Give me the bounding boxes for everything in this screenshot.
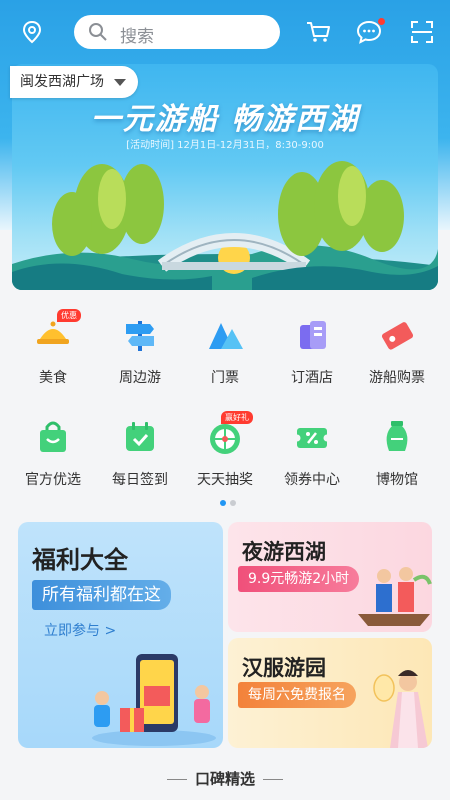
page-dot	[230, 500, 236, 506]
promo-title: 汉服游园	[242, 656, 326, 680]
grid-item-nearby-tour[interactable]: 周边游	[95, 315, 185, 387]
grid-item-label: 游船购票	[369, 370, 425, 386]
search-icon	[89, 23, 107, 41]
grid-item-label: 博物馆	[376, 472, 418, 488]
prize-badge: 赢好礼	[221, 411, 253, 424]
grid-item-label: 每日签到	[112, 472, 168, 488]
grid-item-label: 美食	[39, 370, 67, 386]
divider	[166, 779, 187, 780]
vase-icon	[377, 417, 417, 457]
section-title-label: 口碑精选	[194, 770, 255, 788]
phone-gifts-illustration	[92, 654, 216, 746]
join-now-link[interactable]: 立即参与 >	[44, 620, 116, 640]
scan-icon[interactable]	[410, 20, 434, 44]
grid-item-tickets[interactable]: 门票	[180, 315, 270, 387]
grid-item-museum[interactable]: 博物馆	[352, 417, 442, 489]
top-bar: 搜索	[0, 12, 450, 52]
grid-item-hotel[interactable]: 订酒店	[267, 315, 357, 387]
cart-icon[interactable]	[305, 20, 331, 44]
hotel-icon	[292, 315, 332, 355]
grid-item-official-select[interactable]: 官方优选	[8, 417, 98, 489]
ticket-icon	[377, 315, 417, 355]
promo-card-night-tour[interactable]: 夜游西湖 9.9元畅游2小时	[228, 522, 432, 632]
lottery-wheel-icon: 赢好礼	[205, 411, 253, 457]
promo-tag: 所有福利都在这	[32, 580, 171, 610]
grid-item-food[interactable]: 优惠 美食	[8, 309, 98, 387]
location-pin-icon[interactable]	[20, 20, 44, 44]
search-input[interactable]: 搜索	[74, 15, 280, 49]
grid-item-lottery[interactable]: 赢好礼 天天抽奖	[180, 411, 270, 489]
banner-subtitle: [活动时间] 12月1日-12月31日，8:30-9:00	[126, 140, 324, 151]
mountain-icon	[205, 315, 245, 355]
grid-item-label: 天天抽奖	[197, 472, 253, 488]
divider	[263, 779, 283, 780]
promo-tag: 每周六免费报名	[238, 682, 356, 708]
promo-title: 福利大全	[32, 546, 128, 574]
boat-people-illustration	[358, 567, 432, 626]
grid-item-label: 官方优选	[25, 472, 81, 488]
signpost-icon	[120, 315, 160, 355]
banner-title: 一元游船 畅游西湖	[90, 102, 360, 137]
food-icon: 优惠	[33, 309, 81, 355]
grid-item-label: 周边游	[119, 370, 161, 386]
page-indicator	[218, 491, 238, 510]
grid-item-label: 领券中心	[284, 472, 340, 488]
location-label: 闽发西湖广场	[20, 74, 104, 90]
notification-dot	[378, 18, 385, 25]
promo-card-hanfu[interactable]: 汉服游园 每周六免费报名	[228, 638, 432, 748]
promo-card-benefits[interactable]: 福利大全 所有福利都在这 立即参与 >	[18, 522, 223, 748]
promo-tag: 9.9元畅游2小时	[238, 566, 360, 592]
grid-item-daily-checkin[interactable]: 每日签到	[95, 417, 185, 489]
promo-title: 夜游西湖	[242, 540, 326, 564]
grid-item-label: 订酒店	[291, 370, 333, 386]
shopping-bag-icon	[33, 417, 73, 457]
section-title: 口碑精选	[0, 768, 450, 789]
grid-item-boat-ticket[interactable]: 游船购票	[352, 315, 442, 387]
grid-item-label: 门票	[211, 370, 239, 386]
page-dot-active	[220, 500, 226, 506]
coupon-icon	[292, 417, 332, 457]
hanfu-girl-illustration	[373, 670, 428, 748]
west-lake-illustration	[12, 161, 438, 290]
location-selector[interactable]: 闽发西湖广场	[10, 66, 138, 98]
search-placeholder: 搜索	[120, 27, 154, 47]
discount-badge: 优惠	[57, 309, 81, 322]
chevron-down-icon	[114, 79, 126, 86]
calendar-icon	[120, 417, 160, 457]
grid-item-coupon-center[interactable]: 领券中心	[267, 417, 357, 489]
